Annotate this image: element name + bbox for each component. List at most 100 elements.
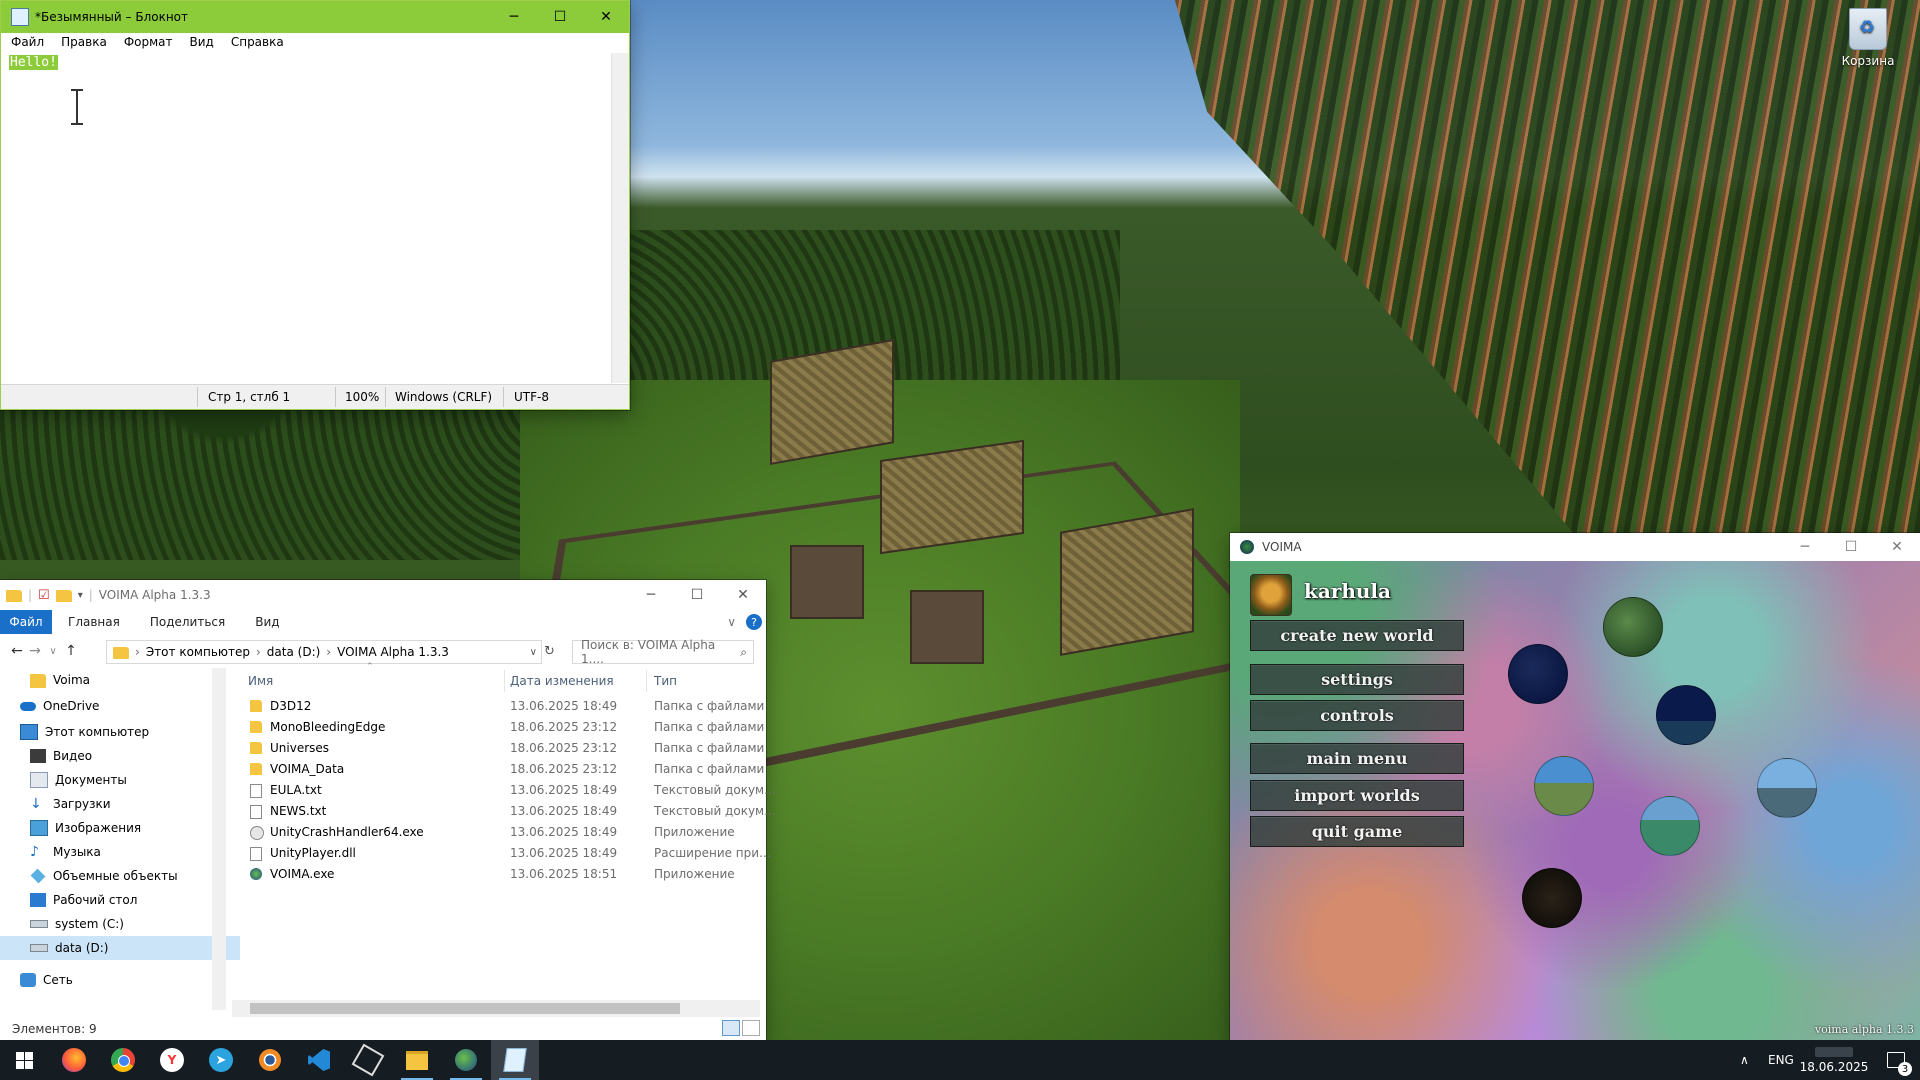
- world-thumbnail[interactable]: [1534, 756, 1594, 816]
- maximize-button[interactable]: ☐: [674, 579, 720, 611]
- notifications-button[interactable]: 3: [1876, 1040, 1916, 1080]
- taskbar-vscode[interactable]: [295, 1040, 343, 1080]
- nav-item-onedrive[interactable]: OneDrive: [0, 694, 230, 718]
- taskbar-chrome[interactable]: [99, 1040, 147, 1080]
- recycle-bin-shortcut[interactable]: Корзина: [1828, 8, 1908, 68]
- large-icons-view-icon[interactable]: [742, 1020, 760, 1036]
- menu-help[interactable]: Справка: [221, 33, 291, 53]
- breadcrumb-item[interactable]: data (D:): [267, 645, 321, 659]
- avatar[interactable]: [1250, 574, 1292, 616]
- nav-item-music[interactable]: ♪ Музыка: [0, 840, 240, 864]
- breadcrumb-item[interactable]: Этот компьютер: [146, 645, 250, 659]
- details-view-icon[interactable]: [722, 1020, 740, 1036]
- forward-icon[interactable]: →: [26, 643, 44, 659]
- column-name[interactable]: Имя: [248, 668, 273, 694]
- settings-button[interactable]: settings: [1250, 664, 1464, 695]
- start-button[interactable]: [0, 1040, 48, 1080]
- menu-edit[interactable]: Правка: [51, 33, 114, 53]
- main-menu-button[interactable]: main menu: [1250, 743, 1464, 774]
- vertical-scrollbar[interactable]: [611, 53, 629, 383]
- nav-item-documents[interactable]: Документы: [0, 768, 240, 792]
- address-bar[interactable]: › Этот компьютер › data (D:) › VOIMA Alp…: [106, 640, 542, 664]
- tab-home[interactable]: Главная: [52, 615, 134, 629]
- world-thumbnail[interactable]: [1522, 868, 1582, 928]
- quit-game-button[interactable]: quit game: [1250, 816, 1464, 847]
- nav-item-voima[interactable]: Voima: [0, 668, 240, 692]
- menu-format[interactable]: Формат: [114, 33, 180, 53]
- file-row[interactable]: EULA.txt 13.06.2025 18:49 Текстовый докум.…: [232, 780, 776, 801]
- language-indicator[interactable]: ENG: [1768, 1040, 1794, 1080]
- chevron-down-icon[interactable]: ▾: [78, 590, 83, 601]
- file-row[interactable]: VOIMA.exe 13.06.2025 18:51 Приложение: [232, 864, 760, 885]
- file-row[interactable]: D3D12 13.06.2025 18:49 Папка с файлами: [232, 696, 764, 717]
- close-button[interactable]: ✕: [1874, 531, 1920, 563]
- up-icon[interactable]: ↑: [62, 643, 80, 659]
- tab-view[interactable]: Вид: [239, 615, 293, 629]
- minimize-button[interactable]: ─: [628, 579, 674, 611]
- world-thumbnail[interactable]: [1508, 644, 1568, 704]
- nav-item-data-d[interactable]: data (D:): [0, 936, 240, 960]
- taskbar-unity[interactable]: [344, 1040, 392, 1080]
- file-row[interactable]: VOIMA_Data 18.06.2025 23:12 Папка с файлам…: [232, 759, 764, 780]
- close-button[interactable]: ✕: [583, 1, 629, 33]
- controls-button[interactable]: controls: [1250, 700, 1464, 731]
- minimize-button[interactable]: ─: [491, 1, 537, 33]
- text-editor-area[interactable]: Hello!: [5, 53, 611, 383]
- world-thumbnail[interactable]: [1640, 796, 1700, 856]
- nav-item-this-pc[interactable]: Этот компьютер: [0, 720, 230, 744]
- maximize-button[interactable]: ☐: [537, 1, 583, 33]
- maximize-button[interactable]: ☐: [1828, 531, 1874, 563]
- taskbar-yandex-browser[interactable]: Y: [148, 1040, 196, 1080]
- file-row[interactable]: NEWS.txt 13.06.2025 18:49 Текстовый докум.…: [232, 801, 776, 822]
- voima-titlebar[interactable]: VOIMA ─ ☐ ✕: [1230, 533, 1920, 561]
- voima-app-icon: [1240, 540, 1254, 554]
- taskbar-telegram[interactable]: ➤: [197, 1040, 245, 1080]
- nav-item-downloads[interactable]: ↓ Загрузки: [0, 792, 240, 816]
- world-thumbnail[interactable]: [1603, 597, 1663, 657]
- show-hidden-icons[interactable]: ∧: [1740, 1040, 1749, 1080]
- import-worlds-button[interactable]: import worlds: [1250, 780, 1464, 811]
- properties-icon[interactable]: ☑: [38, 588, 50, 603]
- menu-view[interactable]: Вид: [180, 33, 221, 53]
- navigation-scrollbar[interactable]: [212, 668, 226, 1010]
- breadcrumb-item[interactable]: VOIMA Alpha 1.3.3: [337, 645, 449, 659]
- taskbar-file-explorer[interactable]: [393, 1040, 441, 1080]
- column-type[interactable]: Тип: [654, 668, 677, 694]
- nav-item-system-c[interactable]: system (C:): [0, 912, 240, 936]
- taskbar-firefox[interactable]: [50, 1040, 98, 1080]
- file-row[interactable]: UnityPlayer.dll 13.06.2025 18:49 Расширени…: [232, 843, 771, 864]
- horizontal-scrollbar[interactable]: [232, 1000, 760, 1017]
- taskbar-notepad[interactable]: [491, 1040, 539, 1080]
- nav-item-video[interactable]: Видео: [0, 744, 240, 768]
- close-button[interactable]: ✕: [720, 579, 766, 611]
- nav-item-network[interactable]: Сеть: [0, 968, 230, 992]
- tab-share[interactable]: Поделиться: [134, 615, 239, 629]
- nav-item-pictures[interactable]: Изображения: [0, 816, 240, 840]
- file-row[interactable]: MonoBleedingEdge 18.06.2025 23:12 Папка с …: [232, 717, 764, 738]
- file-row[interactable]: Universes 18.06.2025 23:12 Папка с файлами: [232, 738, 764, 759]
- file-row[interactable]: UnityCrashHandler64.exe 13.06.2025 18:49 П…: [232, 822, 760, 843]
- address-dropdown-icon[interactable]: ∨: [530, 647, 537, 658]
- nav-item-desktop[interactable]: Рабочий стол: [0, 888, 240, 912]
- notepad-titlebar[interactable]: *Безымянный – Блокнот ─ ☐ ✕: [1, 1, 629, 33]
- nav-item-3d-objects[interactable]: Объемные объекты: [0, 864, 240, 888]
- back-icon[interactable]: ←: [8, 643, 26, 659]
- column-date[interactable]: Дата изменения: [510, 668, 614, 694]
- explorer-titlebar[interactable]: | ☑ ▾ | VOIMA Alpha 1.3.3 ─ ☐ ✕: [0, 580, 766, 610]
- refresh-icon[interactable]: ↻: [544, 644, 555, 659]
- tab-file[interactable]: Файл: [0, 610, 52, 634]
- recent-locations-icon[interactable]: ∨: [44, 646, 62, 657]
- new-folder-icon[interactable]: [55, 590, 72, 602]
- ribbon-expand-icon[interactable]: ∨: [727, 615, 736, 629]
- help-icon[interactable]: ?: [746, 614, 762, 630]
- create-new-world-button[interactable]: create new world: [1250, 620, 1464, 651]
- taskbar-voima[interactable]: [442, 1040, 490, 1080]
- minimize-button[interactable]: ─: [1782, 531, 1828, 563]
- menu-file[interactable]: Файл: [1, 33, 51, 53]
- taskbar-blender[interactable]: [246, 1040, 294, 1080]
- world-thumbnail[interactable]: [1757, 758, 1817, 818]
- search-input[interactable]: Поиск в: VOIMA Alpha 1.... ⌕: [572, 638, 754, 666]
- file-type: Папка с файлами: [654, 720, 765, 734]
- world-thumbnail[interactable]: [1656, 685, 1716, 745]
- clock[interactable]: 18.06.2025: [1800, 1040, 1868, 1080]
